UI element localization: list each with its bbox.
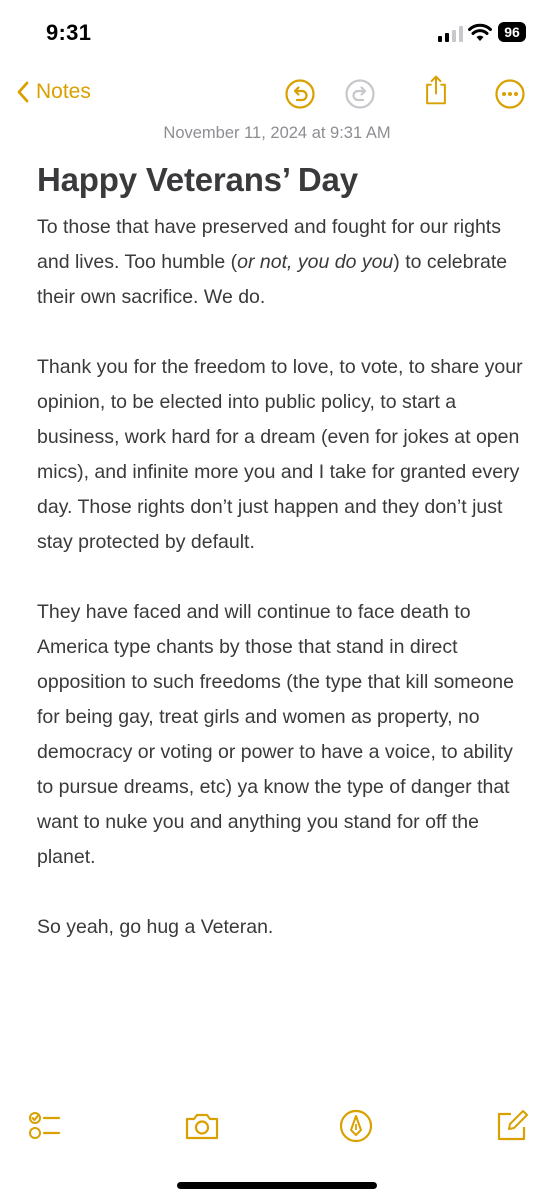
battery-level: 96 (504, 24, 520, 40)
bottom-toolbar (0, 1100, 554, 1154)
status-bar: 9:31 96 (0, 0, 554, 64)
checklist-icon[interactable] (26, 1108, 62, 1144)
more-icon[interactable] (494, 78, 526, 110)
note-italic-text: or not, you do you (237, 251, 394, 273)
note-paragraph: They have faced and will continue to fac… (37, 601, 514, 868)
markup-pen-icon[interactable] (338, 1108, 374, 1144)
redo-icon[interactable] (344, 78, 376, 110)
back-button[interactable]: Notes (16, 80, 91, 104)
camera-icon[interactable] (184, 1108, 220, 1144)
note-paragraph: So yeah, go hug a Veteran. (37, 916, 274, 938)
note-date: November 11, 2024 at 9:31 AM (163, 124, 391, 142)
back-label: Notes (36, 80, 91, 103)
share-icon[interactable] (420, 74, 452, 106)
note-paragraph: Thank you for the freedom to love, to vo… (37, 356, 523, 553)
note-paragraph: To those that have preserved and fought … (37, 210, 527, 315)
status-time: 9:31 (46, 20, 92, 45)
home-indicator[interactable] (177, 1182, 377, 1189)
note-body[interactable]: Happy Veterans’ Day To those that have p… (37, 160, 527, 945)
compose-icon[interactable] (494, 1108, 530, 1144)
battery-icon: 96 (498, 22, 526, 42)
chevron-left-icon (17, 81, 29, 103)
signal-icon (438, 26, 463, 42)
wifi-icon (468, 23, 492, 41)
undo-icon[interactable] (284, 78, 316, 110)
navigation-bar: Notes (0, 70, 554, 120)
note-title: Happy Veterans’ Day (37, 161, 358, 198)
